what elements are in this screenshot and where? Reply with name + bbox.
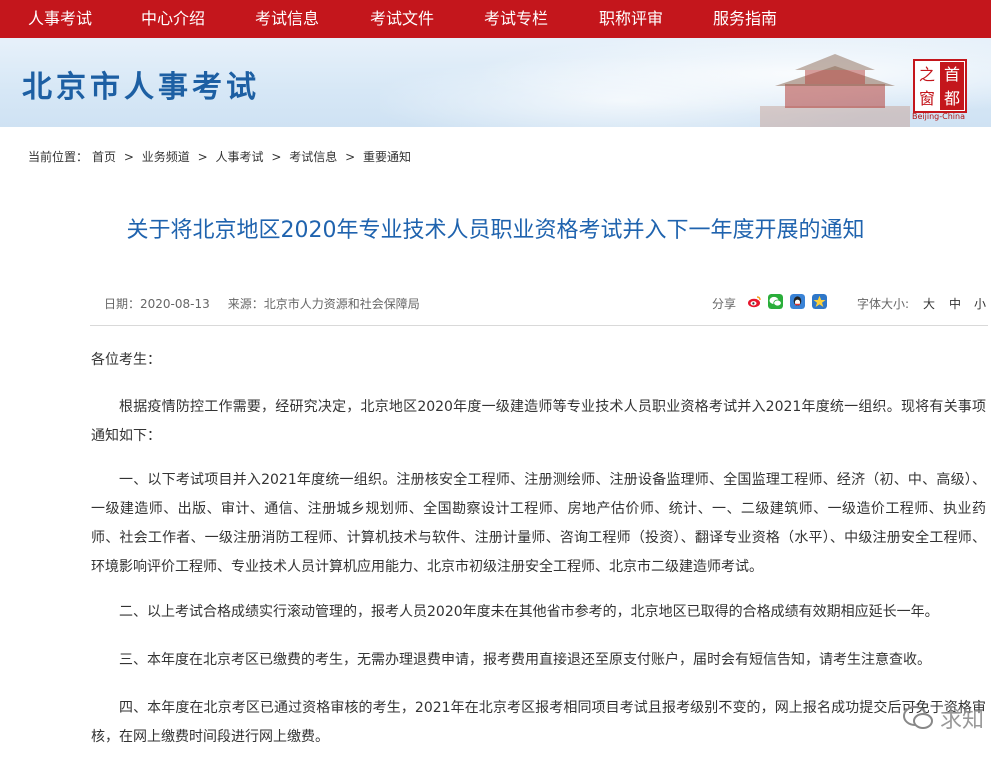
nav-item-personnel-exam[interactable]: 人事考试 bbox=[28, 0, 92, 38]
weibo-icon[interactable] bbox=[747, 294, 762, 309]
capital-window-logo[interactable]: 首 都 之 窗 bbox=[912, 58, 968, 116]
article-paragraph: 根据疫情防控工作需要，经研究决定，北京地区2020年度一级建造师等专业技术人员职… bbox=[91, 399, 986, 444]
article-date: 日期：2020-08-13 bbox=[104, 297, 210, 311]
font-size-medium-button[interactable]: 中 bbox=[949, 295, 961, 312]
tiananmen-gate-image bbox=[760, 54, 910, 127]
breadcrumb-separator: > bbox=[123, 150, 134, 164]
article-paragraph: 一、以下考试项目并入2021年度统一组织。注册核安全工程师、注册测绘师、注册设备… bbox=[91, 472, 986, 575]
share-label: 分享 bbox=[712, 297, 737, 311]
svg-text:窗: 窗 bbox=[919, 89, 935, 108]
breadcrumb: 当前位置： 首页 > 业务频道 > 人事考试 > 考试信息 > 重要通知 bbox=[28, 148, 415, 165]
breadcrumb-item-business[interactable]: 业务频道 bbox=[142, 150, 190, 164]
font-size-large-button[interactable]: 大 bbox=[923, 295, 935, 312]
svg-text:首: 首 bbox=[944, 65, 960, 84]
breadcrumb-item-exam-info[interactable]: 考试信息 bbox=[289, 150, 337, 164]
breadcrumb-separator: > bbox=[197, 150, 208, 164]
font-size-label: 字体大小: bbox=[857, 297, 910, 311]
nav-item-title-review[interactable]: 职称评审 bbox=[599, 0, 663, 38]
qq-icon[interactable] bbox=[790, 294, 805, 309]
watermark: 求知 bbox=[888, 700, 991, 734]
article-title: 关于将北京地区2020年专业技术人员职业资格考试并入下一年度开展的通知 bbox=[126, 218, 865, 243]
article-meta: 日期：2020-08-13 来源：北京市人力资源和社会保障局 bbox=[104, 295, 420, 312]
wechat-icon[interactable] bbox=[768, 294, 783, 309]
nav-item-exam-column[interactable]: 考试专栏 bbox=[484, 0, 548, 38]
meta-divider bbox=[90, 325, 988, 326]
breadcrumb-item-home[interactable]: 首页 bbox=[92, 150, 116, 164]
article-paragraph: 三、本年度在北京考区已缴费的考生，无需办理退费申请，报考费用直接退还至原支付账户… bbox=[119, 652, 931, 668]
svg-text:都: 都 bbox=[944, 89, 960, 108]
article-source: 来源：北京市人力资源和社会保障局 bbox=[227, 297, 420, 311]
stamp-caption: Beijing-China bbox=[912, 112, 965, 121]
site-title[interactable]: 北京市人事考试 bbox=[22, 62, 260, 106]
nav-item-exam-info[interactable]: 考试信息 bbox=[255, 0, 319, 38]
site-banner: 北京市人事考试 首 都 之 窗 Beijing-China bbox=[0, 38, 991, 127]
breadcrumb-separator: > bbox=[345, 150, 356, 164]
nav-item-service-guide[interactable]: 服务指南 bbox=[713, 0, 777, 38]
nav-item-center-intro[interactable]: 中心介绍 bbox=[141, 0, 205, 38]
article-paragraph: 四、本年度在北京考区已通过资格审核的考生，2021年在北京考区报考相同项目考试且… bbox=[91, 700, 986, 745]
breadcrumb-item-personnel-exam[interactable]: 人事考试 bbox=[215, 150, 263, 164]
qzone-icon[interactable] bbox=[812, 294, 827, 309]
breadcrumb-separator: > bbox=[271, 150, 282, 164]
svg-text:之: 之 bbox=[919, 65, 935, 84]
breadcrumb-label: 当前位置： bbox=[28, 150, 89, 164]
top-nav: 人事考试 中心介绍 考试信息 考试文件 考试专栏 职称评审 服务指南 bbox=[0, 0, 991, 38]
nav-item-exam-files[interactable]: 考试文件 bbox=[370, 0, 434, 38]
article-paragraph: 二、以上考试合格成绩实行滚动管理的，报考人员2020年度未在其他省市参考的，北京… bbox=[119, 604, 939, 620]
font-size-small-button[interactable]: 小 bbox=[974, 295, 986, 312]
wechat-watermark-icon bbox=[903, 706, 933, 729]
watermark-text: 求知 bbox=[940, 708, 985, 733]
breadcrumb-item-notices[interactable]: 重要通知 bbox=[363, 150, 411, 164]
article-greeting: 各位考生： bbox=[91, 352, 161, 368]
